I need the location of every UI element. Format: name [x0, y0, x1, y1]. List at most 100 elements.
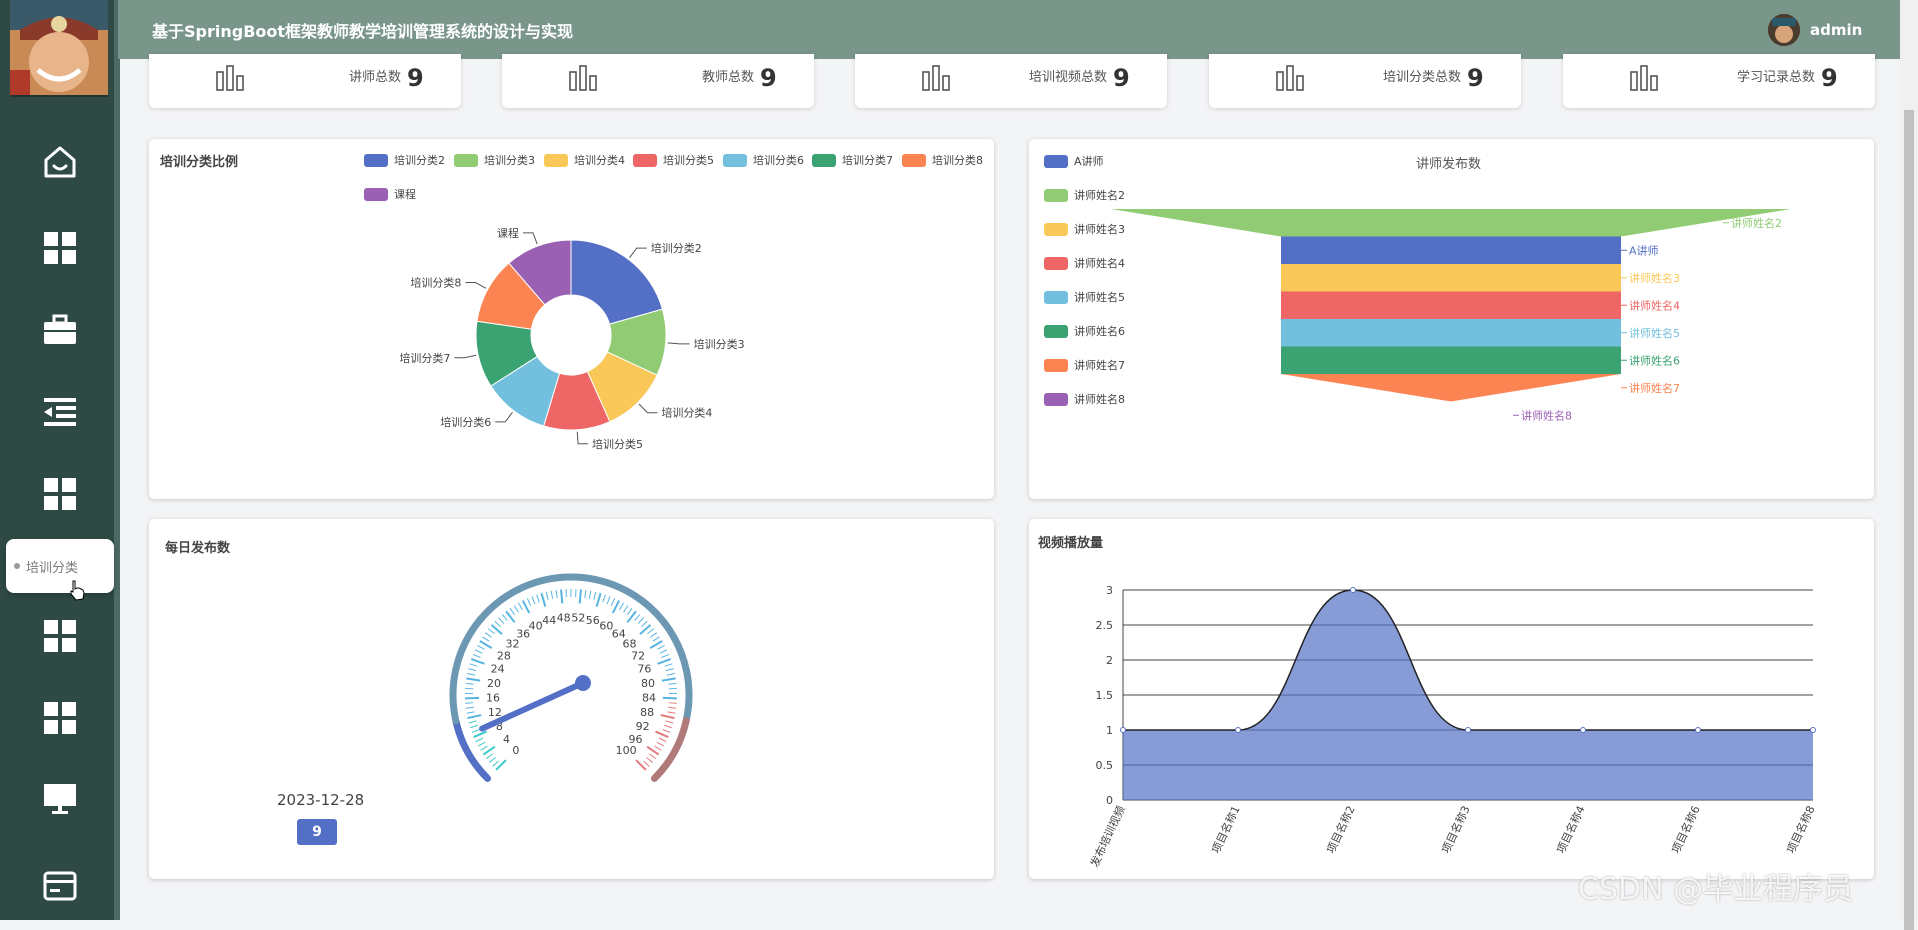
funnel-segment[interactable] [1281, 319, 1621, 347]
pie-label: 课程 [497, 227, 519, 240]
gauge-tick [472, 730, 479, 733]
funnel-segment[interactable] [1281, 347, 1621, 375]
gauge-value-badge: 9 [297, 819, 337, 845]
gauge-tick [624, 606, 628, 613]
gauge-tick [485, 633, 491, 638]
gauge-tick [471, 659, 484, 664]
briefcase-icon[interactable] [40, 310, 80, 350]
gauge-chart: 0481216202428323640444852566064687276808… [149, 519, 994, 879]
gauge-tick [523, 601, 529, 613]
gauge-tick [653, 637, 660, 641]
gauge-tick-label: 56 [586, 614, 600, 627]
gauge-tick-label: 40 [529, 620, 543, 633]
x-tick-label: 项目名称1 [1208, 803, 1242, 855]
gauge-tick [655, 732, 668, 738]
funnel-segment[interactable] [1281, 374, 1621, 402]
gauge-tick [476, 738, 483, 742]
gauge-tick-label: 92 [636, 720, 650, 733]
gauge-tick [556, 590, 557, 598]
nav-tooltip: 培训分类 [6, 539, 114, 593]
gauge-tick [607, 596, 610, 603]
pie-label: 培训分类7 [399, 351, 450, 365]
funnel-segment[interactable] [1281, 292, 1621, 320]
x-tick-label: 项目名称2 [1323, 803, 1357, 855]
gauge-tick [482, 637, 489, 641]
funnel-label: 讲师姓名6 [1629, 353, 1680, 367]
gauge-needle-hub [575, 675, 591, 691]
bar-chart-icon [1629, 64, 1659, 96]
gauge-tick [488, 629, 494, 634]
gauge-tick [658, 659, 671, 664]
data-point[interactable] [1811, 728, 1816, 733]
gauge-tick [493, 761, 499, 766]
gauge-tick [668, 707, 676, 708]
gauge-tick [473, 654, 480, 657]
gauge-tick-label: 100 [616, 744, 637, 757]
data-point[interactable] [1466, 728, 1471, 733]
funnel-segment[interactable] [1281, 264, 1621, 292]
gauge-tick [475, 650, 482, 653]
home-icon[interactable] [40, 142, 80, 182]
gauge-tick [495, 621, 501, 627]
stat-card-lecturers: 讲师总数 9 [149, 54, 461, 108]
data-point[interactable] [1121, 728, 1126, 733]
stat-value: 9 [1113, 54, 1130, 102]
gauge-tick [518, 603, 522, 610]
user-menu[interactable]: admin [1768, 14, 1862, 46]
pie-label-line [630, 248, 647, 258]
monitor-icon[interactable] [40, 778, 80, 818]
pie-chart: 培训分类2培训分类3培训分类4培训分类5培训分类6培训分类7培训分类8课程 [149, 139, 994, 499]
funnel-label: A讲师 [1629, 243, 1659, 257]
data-point[interactable] [1351, 588, 1356, 593]
gauge-tick-label: 76 [637, 663, 651, 676]
x-tick-label: 发布培训视频 [1087, 803, 1128, 869]
gauge-chart-card: 每日发布数 0481216202428323640444852566064687… [149, 519, 994, 879]
gauge-tick [474, 732, 487, 738]
gauge-tick [666, 669, 674, 671]
gauge-tick [647, 757, 653, 762]
pie-slice[interactable] [571, 240, 662, 324]
gauge-tick [465, 703, 473, 704]
gauge-tick [659, 738, 666, 742]
funnel-chart: 讲师姓名2A讲师讲师姓名3讲师姓名4讲师姓名5讲师姓名6讲师姓名7讲师姓名8 [1029, 139, 1874, 499]
data-point[interactable] [1696, 728, 1701, 733]
gauge-tick [541, 593, 545, 606]
gauge-tick [580, 589, 581, 603]
stat-label: 学习记录总数 [1737, 54, 1815, 102]
indent-list-icon[interactable] [40, 392, 80, 432]
gauge-tick [611, 598, 614, 605]
gauge-tick [498, 618, 503, 624]
grid-icon[interactable] [40, 228, 80, 268]
bar-chart-icon [1275, 64, 1305, 96]
funnel-segment[interactable] [1111, 209, 1791, 237]
gauge-tick [465, 688, 473, 689]
gauge-tick [663, 730, 670, 733]
data-point[interactable] [1581, 728, 1586, 733]
grid-icon[interactable] [40, 698, 80, 738]
gauge-tick-label: 20 [487, 677, 501, 690]
pie-label-line [454, 355, 476, 358]
data-point[interactable] [1236, 728, 1241, 733]
grid-icon[interactable] [40, 474, 80, 514]
gauge-tick [486, 754, 492, 759]
gauge-tick [668, 683, 676, 684]
gauge-tick-label: 80 [641, 677, 655, 690]
gauge-tick-label: 28 [497, 649, 511, 662]
card-icon[interactable] [40, 866, 80, 906]
scrollbar-thumb[interactable] [1904, 110, 1914, 930]
page-scrollbar[interactable] [1900, 0, 1918, 920]
gauge-tick-label: 84 [642, 691, 656, 704]
funnel-label: 讲师姓名8 [1521, 408, 1572, 422]
x-tick-label: 项目名称6 [1668, 803, 1702, 855]
pie-label-line [465, 283, 486, 289]
grid-icon[interactable] [40, 616, 80, 656]
gauge-tick [638, 618, 643, 624]
gauge-tick [468, 669, 476, 671]
stat-label: 教师总数 [702, 54, 754, 102]
gauge-tick [635, 614, 640, 620]
funnel-segment[interactable] [1281, 237, 1621, 265]
gauge-tick [643, 761, 649, 766]
x-tick-label: 项目名称8 [1783, 803, 1817, 855]
avatar [10, 0, 108, 97]
y-tick-label: 2 [1106, 654, 1113, 667]
